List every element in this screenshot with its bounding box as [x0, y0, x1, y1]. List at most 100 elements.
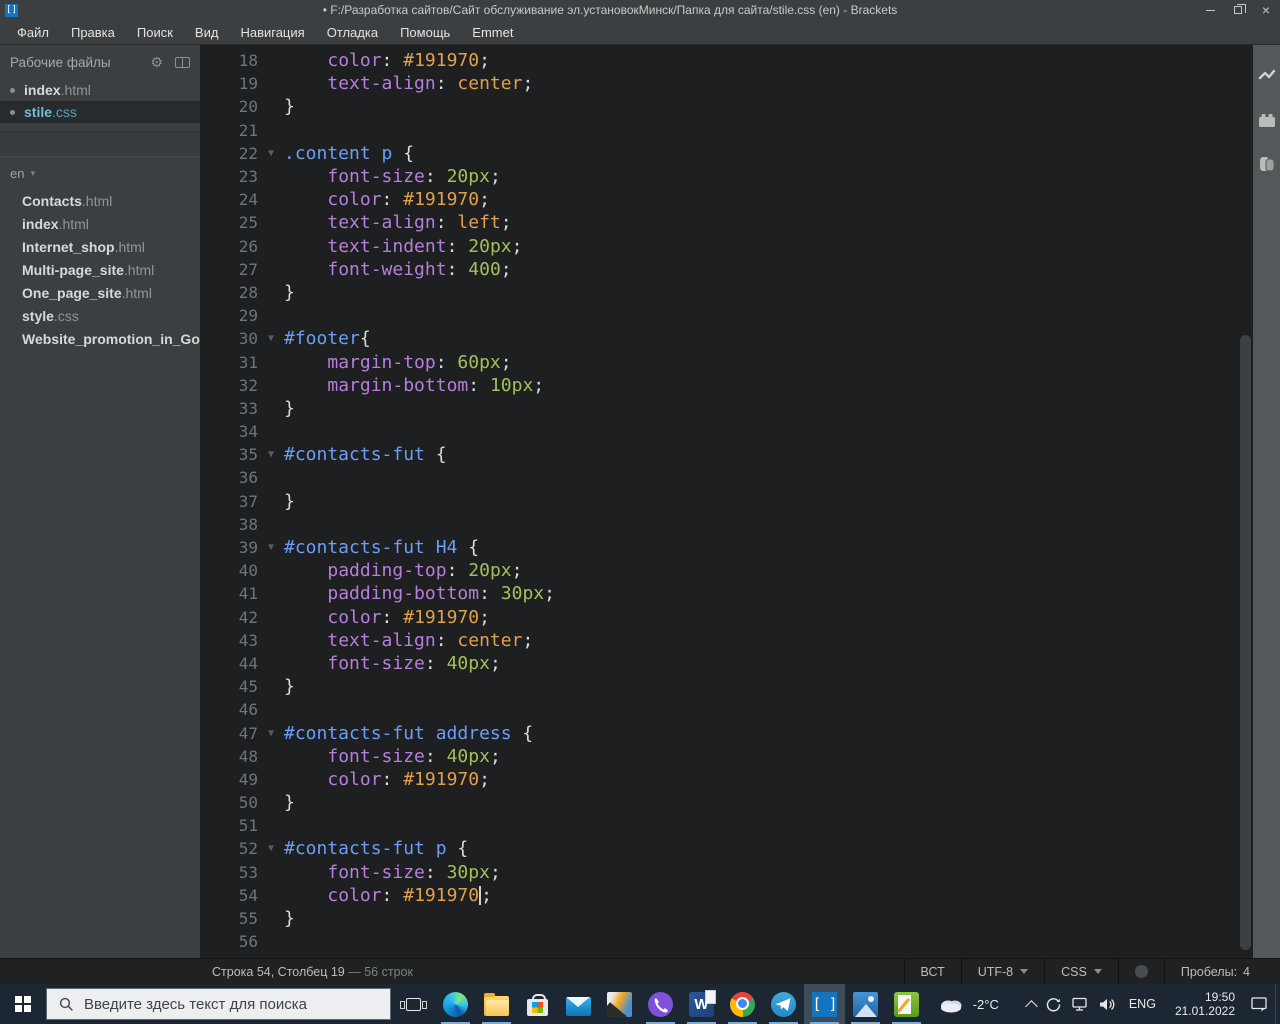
code-line[interactable]: 36	[200, 466, 1253, 489]
language-indicator[interactable]: ENG	[1125, 997, 1160, 1011]
indent-settings[interactable]: Пробелы: 4	[1163, 958, 1266, 985]
project-file-Contacts.html[interactable]: Contacts .html	[0, 189, 200, 212]
code-line[interactable]: 50}	[200, 791, 1253, 814]
encoding-selector[interactable]: UTF-8	[960, 958, 1044, 985]
task-view-button[interactable]	[391, 984, 435, 1024]
project-file-style.css[interactable]: style .css	[0, 304, 200, 327]
taskbar-app-chrome[interactable]	[722, 984, 763, 1024]
split-screen-icon[interactable]	[1258, 155, 1276, 173]
code-line[interactable]: 54 color: #191970;	[200, 884, 1253, 907]
taskbar-app-store[interactable]	[517, 984, 558, 1024]
close-button[interactable]: ×	[1252, 0, 1280, 20]
code-line[interactable]: 22 ▼ .content p {	[200, 142, 1253, 165]
temperature[interactable]: -2°C	[973, 997, 999, 1012]
language-selector[interactable]: CSS	[1044, 958, 1118, 985]
code-line[interactable]: 35 ▼ #contacts-fut {	[200, 443, 1253, 466]
menu-navigate[interactable]: Навигация	[229, 22, 315, 43]
menu-help[interactable]: Помощь	[389, 22, 461, 43]
taskbar-app-explorer[interactable]	[476, 984, 517, 1024]
code-line[interactable]: 20}	[200, 95, 1253, 118]
menu-debug[interactable]: Отладка	[316, 22, 389, 43]
code-line[interactable]: 28}	[200, 281, 1253, 304]
insert-mode-indicator[interactable]: ВСТ	[903, 958, 961, 985]
tray-expand-icon[interactable]	[1024, 999, 1038, 1013]
code-line[interactable]: 56	[200, 930, 1253, 953]
code-editor[interactable]: 18 color: #191970; 19 text-align: center;…	[200, 45, 1253, 958]
menu-find[interactable]: Поиск	[126, 22, 184, 43]
fold-arrow-icon[interactable]: ▼	[258, 333, 284, 344]
code-line[interactable]: 49 color: #191970;	[200, 768, 1253, 791]
taskbar-app-viber[interactable]	[640, 984, 681, 1024]
code-line[interactable]: 37}	[200, 490, 1253, 513]
code-line[interactable]: 44 font-size: 40px;	[200, 652, 1253, 675]
taskbar-app-brackets[interactable]	[804, 984, 845, 1024]
network-icon[interactable]	[1071, 996, 1089, 1012]
code-line[interactable]: 39 ▼ #contacts-fut H4 {	[200, 536, 1253, 559]
code-line[interactable]: 29	[200, 304, 1253, 327]
code-line[interactable]: 19 text-align: center;	[200, 72, 1253, 95]
taskbar-app-word[interactable]	[681, 984, 722, 1024]
project-file-Multi-page_site.html[interactable]: Multi-page_site .html	[0, 258, 200, 281]
project-file-Internet_shop.html[interactable]: Internet_shop .html	[0, 235, 200, 258]
action-center-icon[interactable]	[1250, 996, 1269, 1013]
menu-edit[interactable]: Правка	[60, 22, 126, 43]
code-line[interactable]: 51	[200, 814, 1253, 837]
working-file-index.html[interactable]: index .html	[0, 79, 200, 101]
scrollbar-thumb[interactable]	[1240, 335, 1251, 950]
code-line[interactable]: 47 ▼ #contacts-fut address {	[200, 721, 1253, 744]
editor-scrollbar[interactable]	[1238, 45, 1253, 958]
gear-icon[interactable]: ⚙	[150, 54, 163, 71]
project-file-index.html[interactable]: index .html	[0, 212, 200, 235]
volume-icon[interactable]	[1098, 997, 1116, 1012]
taskbar-app-viewer[interactable]	[599, 984, 640, 1024]
show-desktop-button[interactable]	[1275, 984, 1280, 1024]
code-line[interactable]: 43 text-align: center;	[200, 629, 1253, 652]
extension-manager-icon[interactable]	[1258, 111, 1276, 129]
code-line[interactable]: 18 color: #191970;	[200, 49, 1253, 72]
code-line[interactable]: 41 padding-bottom: 30px;	[200, 582, 1253, 605]
code-line[interactable]: 40 padding-top: 20px;	[200, 559, 1253, 582]
fold-arrow-icon[interactable]: ▼	[258, 542, 284, 553]
taskbar-app-edge[interactable]	[435, 984, 476, 1024]
code-line[interactable]: 21	[200, 119, 1253, 142]
fold-arrow-icon[interactable]: ▼	[258, 449, 284, 460]
code-line[interactable]: 46	[200, 698, 1253, 721]
fold-arrow-icon[interactable]: ▼	[258, 148, 284, 159]
project-file-One_page_site.html[interactable]: One_page_site .html	[0, 281, 200, 304]
search-input[interactable]: Введите здесь текст для поиска	[46, 988, 391, 1020]
code-line[interactable]: 26 text-indent: 20px;	[200, 235, 1253, 258]
code-line[interactable]: 23 font-size: 20px;	[200, 165, 1253, 188]
restore-button[interactable]	[1224, 0, 1252, 20]
menu-file[interactable]: Файл	[6, 22, 60, 43]
code-line[interactable]: 52 ▼ #contacts-fut p {	[200, 837, 1253, 860]
minimize-button[interactable]	[1196, 0, 1224, 20]
code-line[interactable]: 45}	[200, 675, 1253, 698]
code-line[interactable]: 32 margin-bottom: 10px;	[200, 374, 1253, 397]
project-file-Website_promotion_in_Google.html[interactable]: Website_promotion_in_Google.html	[0, 327, 200, 350]
project-dropdown[interactable]: en ▾	[0, 157, 200, 189]
code-line[interactable]: 53 font-size: 30px;	[200, 861, 1253, 884]
live-preview-icon[interactable]	[1258, 67, 1276, 85]
menu-view[interactable]: Вид	[184, 22, 230, 43]
code-line[interactable]: 25 text-align: left;	[200, 211, 1253, 234]
code-line[interactable]: 34	[200, 420, 1253, 443]
taskbar-app-mail[interactable]	[558, 984, 599, 1024]
start-button[interactable]	[0, 984, 46, 1024]
code-line[interactable]: 30 ▼ #footer{	[200, 327, 1253, 350]
code-line[interactable]: 31 margin-top: 60px;	[200, 350, 1253, 373]
menu-emmet[interactable]: Emmet	[461, 22, 524, 43]
clock[interactable]: 19:50 21.01.2022	[1169, 990, 1241, 1018]
taskbar-app-photos[interactable]	[845, 984, 886, 1024]
code-line[interactable]: 38	[200, 513, 1253, 536]
code-line[interactable]: 24 color: #191970;	[200, 188, 1253, 211]
split-view-icon[interactable]	[175, 56, 190, 68]
code-line[interactable]: 33}	[200, 397, 1253, 420]
fold-arrow-icon[interactable]: ▼	[258, 728, 284, 739]
fold-arrow-icon[interactable]: ▼	[258, 843, 284, 854]
weather-cloud-icon[interactable]	[938, 995, 964, 1013]
sync-tray-icon[interactable]	[1045, 996, 1062, 1013]
taskbar-app-telegram[interactable]	[763, 984, 804, 1024]
code-line[interactable]: 48 font-size: 40px;	[200, 745, 1253, 768]
code-line[interactable]: 27 font-weight: 400;	[200, 258, 1253, 281]
code-line[interactable]: 55}	[200, 907, 1253, 930]
